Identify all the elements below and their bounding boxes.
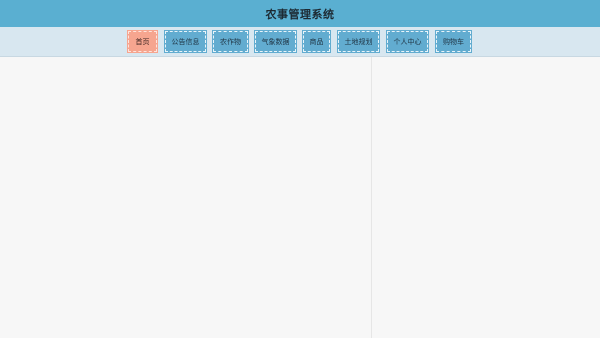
- nav-item-home[interactable]: 首页: [127, 30, 158, 53]
- nav-item-products[interactable]: 商品: [302, 30, 331, 53]
- app-header: 农事管理系统: [0, 0, 600, 27]
- app-title: 农事管理系统: [265, 7, 335, 21]
- nav-item-land-planning[interactable]: 土地规划: [337, 30, 380, 53]
- nav-item-shopping-cart[interactable]: 购物车: [435, 30, 472, 53]
- top-nav-bar: 首页 公告信息 农作物 气象数据 商品 土地规划 个人中心 购物车: [0, 27, 600, 57]
- nav-item-announcements[interactable]: 公告信息: [164, 30, 207, 53]
- side-content-area: [372, 57, 600, 338]
- main-content-area: [0, 57, 371, 338]
- nav-item-weather-data[interactable]: 气象数据: [254, 30, 297, 53]
- nav-item-personal-center[interactable]: 个人中心: [386, 30, 429, 53]
- nav-item-crops[interactable]: 农作物: [212, 30, 249, 53]
